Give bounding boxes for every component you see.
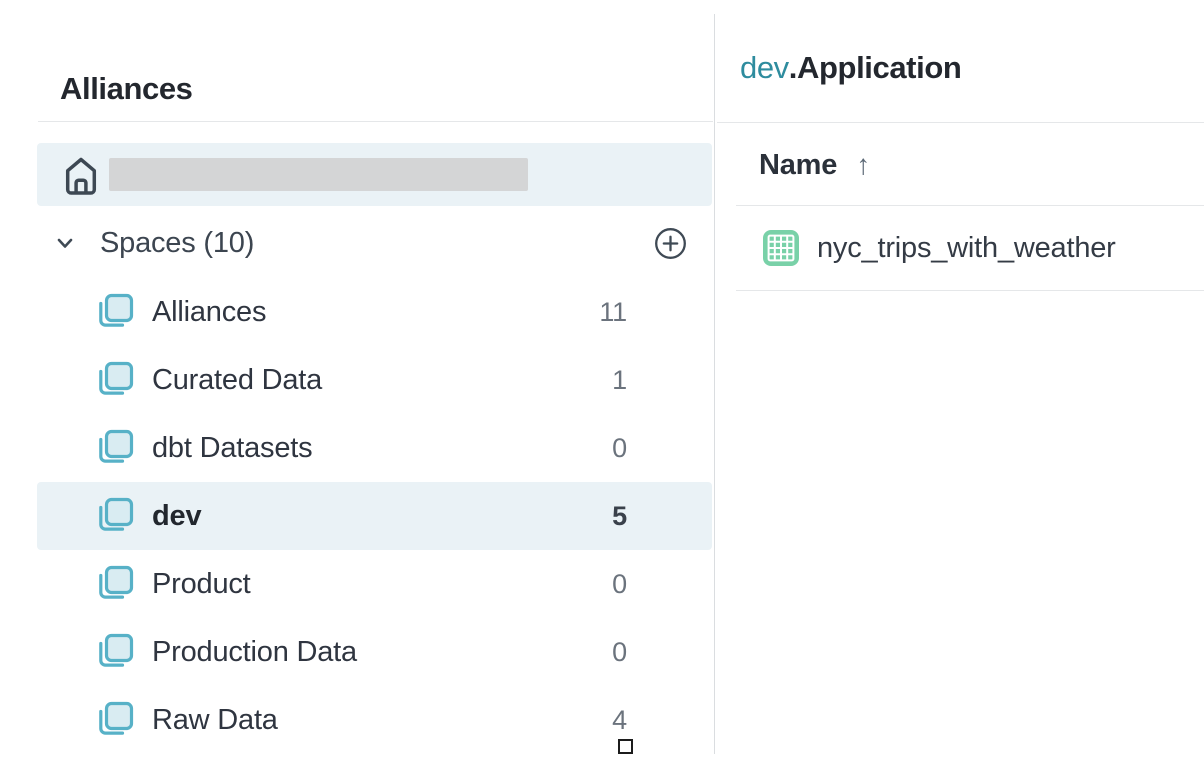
- sidebar-space-row-dev[interactable]: dev 5: [37, 482, 712, 550]
- space-icon: [96, 360, 135, 400]
- space-dataset-count: 0: [612, 569, 627, 600]
- spaces-sidebar: Alliances Spaces (10) Alliances 11: [0, 0, 714, 770]
- sidebar-title: Alliances: [60, 71, 193, 107]
- chevron-down-icon[interactable]: [54, 232, 76, 254]
- sidebar-space-row-raw-data[interactable]: Raw Data 4: [37, 686, 712, 754]
- home-item[interactable]: [37, 143, 712, 206]
- home-icon: [62, 154, 100, 196]
- name-column-label: Name: [759, 149, 837, 182]
- space-dataset-count: 1: [612, 365, 627, 396]
- space-label: dev: [152, 500, 201, 533]
- main-title-divider: [717, 122, 1204, 123]
- caret-artifact-square: [618, 739, 633, 754]
- space-dataset-count: 0: [612, 433, 627, 464]
- space-label: Production Data: [152, 636, 357, 669]
- breadcrumb-space-link[interactable]: dev: [740, 50, 789, 85]
- space-icon: [96, 496, 135, 536]
- space-label: dbt Datasets: [152, 432, 312, 465]
- breadcrumb: dev.Application: [740, 50, 961, 86]
- space-label: Curated Data: [152, 364, 322, 397]
- spaces-section-header[interactable]: Spaces (10): [37, 223, 712, 263]
- plus-circle-icon: [654, 227, 687, 260]
- breadcrumb-entity: Application: [797, 50, 961, 85]
- space-icon: [96, 632, 135, 672]
- space-icon: [96, 700, 135, 740]
- spaces-section-label: Spaces (10): [100, 227, 254, 260]
- sidebar-space-row-alliances[interactable]: Alliances 11: [37, 278, 712, 346]
- sidebar-space-row-production-data[interactable]: Production Data 0: [37, 618, 712, 686]
- sidebar-space-row-dbt-datasets[interactable]: dbt Datasets 0: [37, 414, 712, 482]
- dataset-name: nyc_trips_with_weather: [817, 232, 1116, 265]
- sidebar-space-row-curated-data[interactable]: Curated Data 1: [37, 346, 712, 414]
- breadcrumb-separator: .: [789, 50, 797, 85]
- space-label: Raw Data: [152, 704, 278, 737]
- redacted-username-bar: [109, 158, 528, 191]
- space-label: Product: [152, 568, 251, 601]
- dataset-table-icon: [760, 227, 802, 269]
- space-content-panel: dev.Application Name ↑ nyc_trips_with_we…: [715, 0, 1204, 770]
- sidebar-space-row-product[interactable]: Product 0: [37, 550, 712, 618]
- space-dataset-count: 11: [599, 297, 627, 328]
- spaces-list: Alliances 11 Curated Data 1 dbt Datasets…: [37, 278, 712, 754]
- space-icon: [96, 564, 135, 604]
- add-space-button[interactable]: [654, 227, 687, 260]
- sort-ascending-icon: ↑: [856, 149, 870, 181]
- dataset-row[interactable]: nyc_trips_with_weather: [736, 206, 1204, 291]
- space-dataset-count: 5: [612, 501, 627, 532]
- sidebar-title-divider: [38, 121, 713, 122]
- space-label: Alliances: [152, 296, 266, 329]
- table-header-name-column[interactable]: Name ↑: [759, 148, 870, 182]
- dataset-list: nyc_trips_with_weather: [715, 206, 1204, 291]
- space-dataset-count: 0: [612, 637, 627, 668]
- space-dataset-count: 4: [612, 705, 627, 736]
- space-icon: [96, 292, 135, 332]
- space-icon: [96, 428, 135, 468]
